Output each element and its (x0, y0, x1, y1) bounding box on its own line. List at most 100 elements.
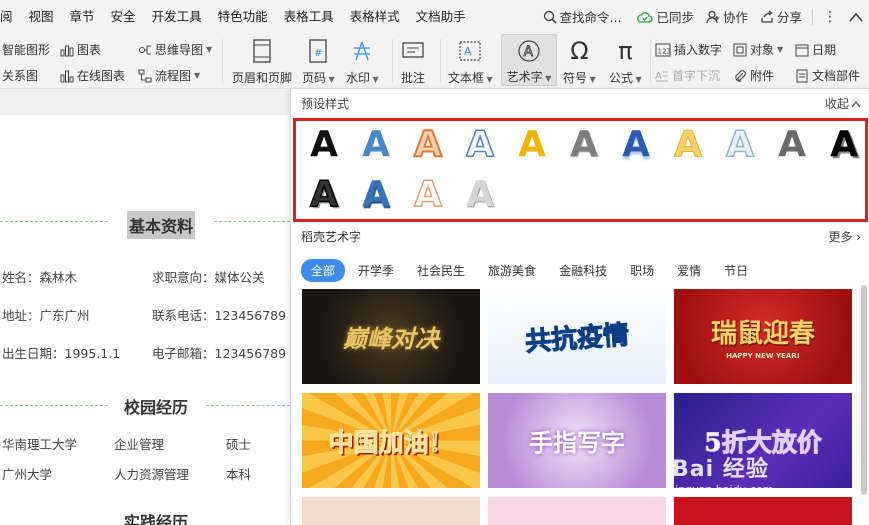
preset-style-10[interactable]: A (772, 125, 812, 165)
menu-security[interactable]: 安全 (103, 0, 144, 33)
menu-review[interactable]: 阅 (0, 0, 21, 33)
panel-scrollbar[interactable] (861, 285, 867, 495)
tab-festival[interactable]: 节日 (714, 259, 758, 282)
collapse-button[interactable]: 收起 (825, 95, 861, 112)
doc-parts-button[interactable]: 文档部件 (795, 67, 860, 84)
preset-style-4[interactable]: A (460, 125, 500, 165)
wordart-template-2[interactable]: 共抗疫情 (488, 289, 666, 384)
formula-button[interactable]: π 公式 ▼ (609, 37, 642, 86)
tab-all[interactable]: 全部 (301, 259, 346, 282)
more-link[interactable]: 更多 › (828, 228, 861, 245)
phone-field[interactable]: 联系电话：123456789 (152, 305, 286, 324)
preset-style-2[interactable]: A (356, 125, 396, 165)
template-text: 中国加油！ (328, 427, 454, 457)
date-button[interactable]: 日期 (795, 41, 836, 58)
menu-table-tools[interactable]: 表格工具 (276, 0, 342, 33)
collaborate-button[interactable]: 协作 (700, 7, 754, 26)
preset-style-13[interactable]: A (356, 175, 396, 215)
tab-school-season[interactable]: 开学季 (348, 259, 404, 282)
bar-chart-icon (60, 45, 74, 56)
smart-graphic-label: 智能图形 (2, 43, 51, 57)
symbol-label: 符号 (563, 71, 588, 85)
object-button[interactable]: 对象 ▼ (733, 41, 783, 58)
chart-button[interactable]: 图表 (60, 41, 101, 58)
comment-button[interactable]: 批注 (401, 37, 425, 86)
birth-field[interactable]: 出生日期：1995.1.1 (2, 343, 120, 362)
insert-number-button[interactable]: 123 插入数字 (655, 41, 722, 58)
symbol-button[interactable]: Ω 符号 ▼ (563, 37, 596, 86)
mindmap-button[interactable]: 思维导图 ▼ (138, 41, 212, 58)
template-text: 手指写字 (529, 428, 625, 457)
preset-style-9[interactable]: A (720, 125, 760, 165)
tab-society[interactable]: 社会民生 (407, 259, 475, 282)
watermark-button[interactable]: 水印 ▼ (346, 37, 379, 86)
preset-style-3[interactable]: A (408, 125, 448, 165)
menu-doc-assistant[interactable]: 文档助手 (408, 0, 474, 33)
preset-style-15[interactable]: A (460, 175, 500, 215)
wordart-template-5[interactable]: 手指写字 (488, 393, 666, 488)
preset-style-11[interactable]: A (824, 125, 864, 165)
sync-status-button[interactable]: 已同步 (631, 7, 700, 26)
preset-style-1[interactable]: A (304, 125, 344, 165)
menu-features[interactable]: 特色功能 (210, 0, 276, 33)
school-2[interactable]: 广州大学 (2, 464, 52, 483)
major-2[interactable]: 人力资源管理 (114, 464, 189, 483)
tab-travel-food[interactable]: 旅游美食 (478, 259, 546, 282)
online-chart-label: 在线图表 (77, 69, 126, 83)
header-footer-button[interactable]: 页眉和页脚 (232, 37, 292, 86)
relation-map-button[interactable]: 关系图 (2, 67, 38, 84)
comment-label: 批注 (401, 71, 426, 85)
smart-graphic-button[interactable]: 智能图形 (2, 41, 50, 58)
wordart-button[interactable]: A 艺术字 ▼ (501, 34, 557, 86)
textbox-button[interactable]: A 文本框 ▼ (448, 37, 493, 86)
preset-style-8[interactable]: A (668, 125, 708, 165)
more-options-button[interactable]: ⋮ (817, 9, 843, 25)
tab-fintech[interactable]: 金融科技 (549, 259, 617, 282)
job-intent-field[interactable]: 求职意向：媒体公关 (152, 267, 265, 286)
preset-style-5[interactable]: A (512, 125, 552, 165)
wordart-template-9[interactable] (674, 497, 852, 525)
flowchart-button[interactable]: 流程图 ▼ (138, 67, 200, 84)
template-text: 共抗疫情 (524, 320, 631, 358)
school-1[interactable]: 华南理工大学 (2, 434, 77, 453)
preset-style-14[interactable]: A (408, 175, 448, 215)
wordart-template-7[interactable] (302, 497, 480, 525)
wordart-template-8[interactable] (488, 497, 666, 525)
attachment-button[interactable]: 附件 (733, 67, 774, 84)
collapse-ribbon-button[interactable] (843, 12, 869, 22)
preset-styles-grid: A A A A A A A A A A A A A A A (293, 118, 868, 222)
tab-love[interactable]: 爱情 (667, 259, 711, 282)
menu-table-style[interactable]: 表格样式 (342, 0, 408, 33)
section-title-campus[interactable]: 校园经历 (124, 394, 188, 418)
tab-workplace[interactable]: 职场 (620, 259, 664, 282)
menu-view[interactable]: 视图 (21, 0, 62, 33)
preset-style-7[interactable]: A (616, 125, 656, 165)
share-button[interactable]: 分享 (754, 7, 808, 26)
menu-developer[interactable]: 开发工具 (144, 0, 210, 33)
name-field[interactable]: 姓名：森林木 (2, 267, 77, 286)
document-page[interactable]: 基本资料 姓名：森林木 求职意向：媒体公关 地址：广东广州 联系电话：12345… (0, 89, 290, 525)
chart-label: 图表 (77, 43, 102, 57)
section-title-practice[interactable]: 实践经历 (124, 509, 188, 525)
dropcap-button[interactable]: A 首字下沉 (655, 67, 720, 84)
email-field[interactable]: 电子邮箱：123456789 (152, 343, 286, 362)
mindmap-icon (139, 45, 151, 54)
wordart-template-3[interactable]: 瑞鼠迎春 HAPPY NEW YEAR! (674, 289, 852, 384)
more-vertical-icon: ⋮ (823, 8, 837, 25)
page-number-button[interactable]: # 页码 ▼ (302, 37, 335, 86)
wordart-template-1[interactable]: 巅峰对决 (302, 289, 480, 384)
address-field[interactable]: 地址：广东广州 (2, 305, 90, 324)
degree-1[interactable]: 硕士 (226, 434, 251, 453)
section-title-basic[interactable]: 基本资料 (127, 211, 196, 239)
menu-chapter[interactable]: 章节 (62, 0, 103, 33)
online-chart-button[interactable]: 在线图表 (60, 67, 125, 84)
major-1[interactable]: 企业管理 (114, 434, 164, 453)
command-search[interactable]: 查找命令... (533, 7, 632, 26)
degree-2[interactable]: 本科 (226, 464, 251, 483)
section-divider (214, 221, 290, 222)
preset-style-6[interactable]: A (564, 125, 604, 165)
object-icon (733, 43, 747, 56)
preset-style-12[interactable]: A (304, 175, 344, 215)
relation-map-label: 关系图 (2, 69, 39, 83)
wordart-template-4[interactable]: 中国加油！ (302, 393, 480, 488)
